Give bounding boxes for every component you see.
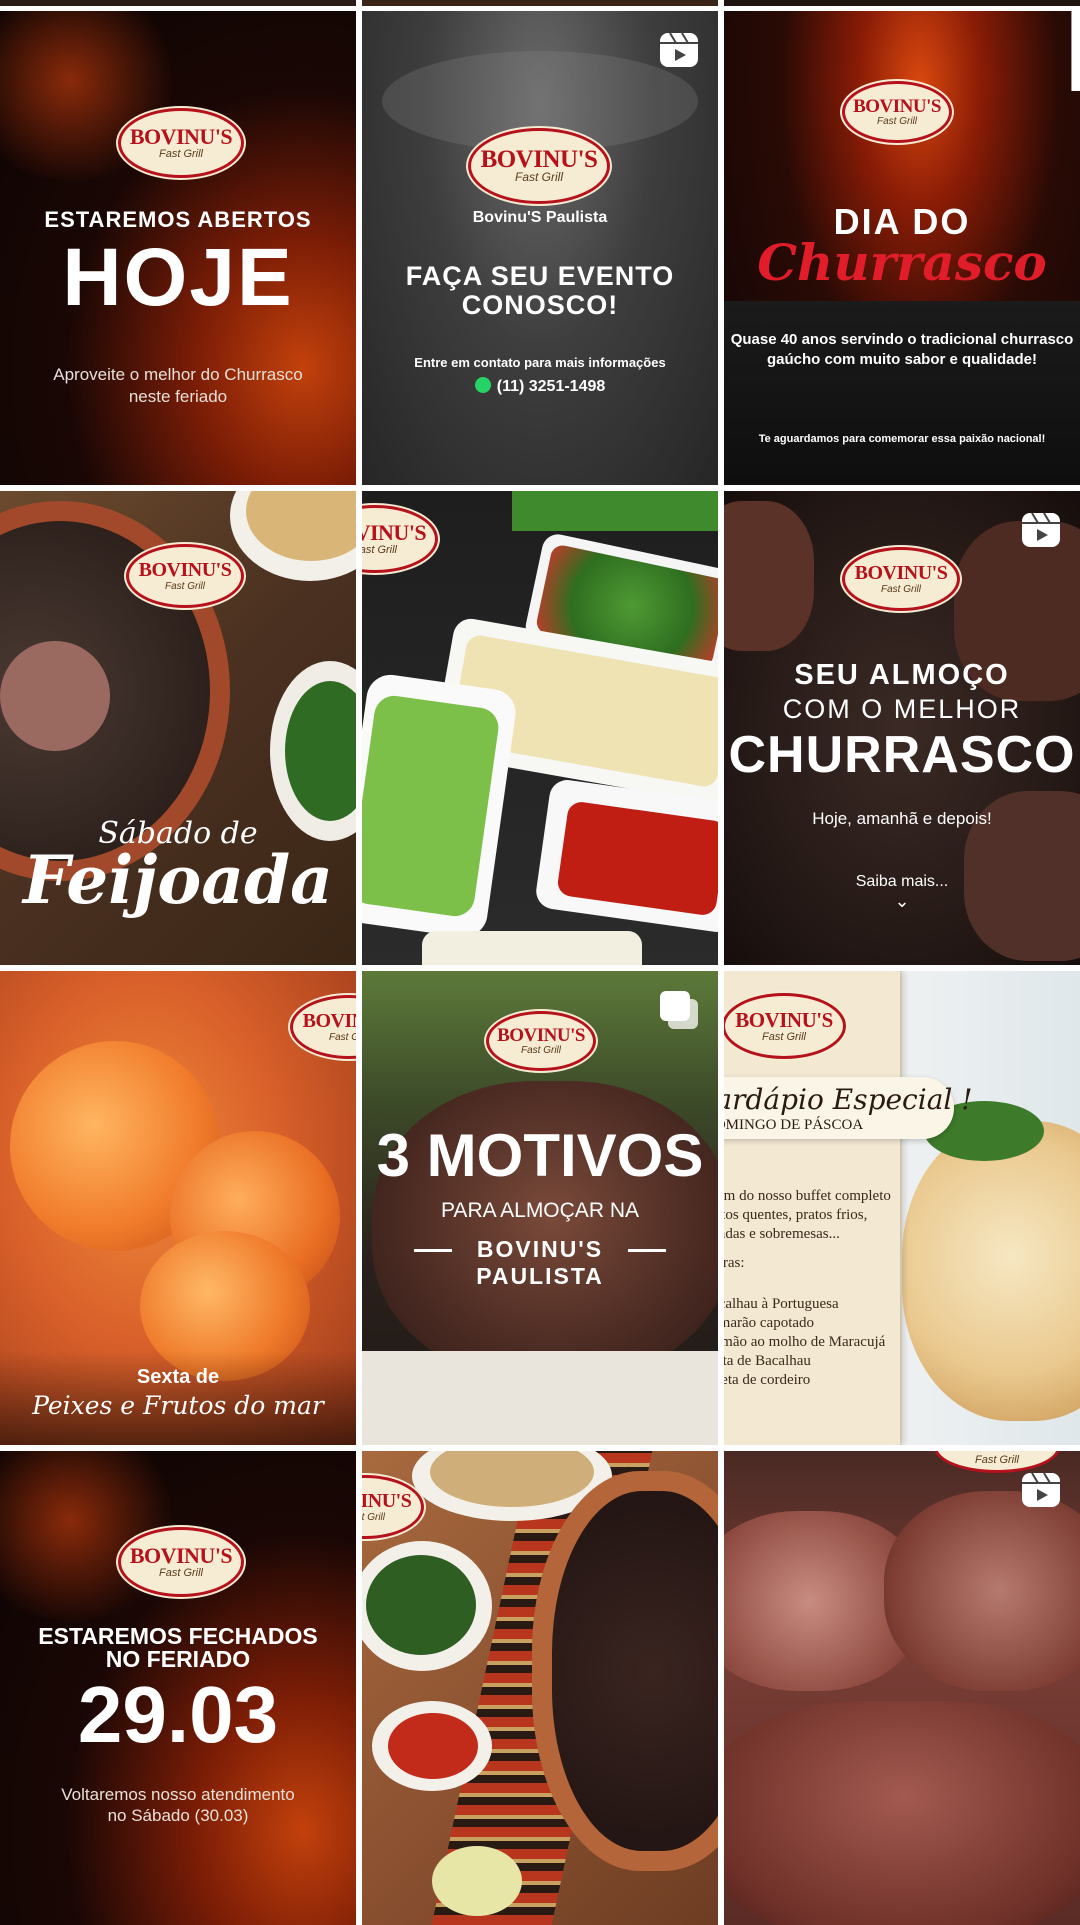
post-headline: FAÇA SEU EVENTO: [405, 261, 675, 291]
bovinus-logo: BOVINU'SFast Grill: [842, 547, 960, 611]
post-subtitle: Sexta de: [136, 1366, 220, 1388]
post-footer-line: Aproveite o melhor do Churrasco: [53, 365, 303, 384]
post-headline: CONOSCO!: [461, 290, 619, 320]
tray-front: [422, 931, 642, 965]
post-more-link: Saiba mais...: [855, 873, 949, 890]
greens: [366, 1555, 476, 1655]
post-thumbnail-picanha[interactable]: Fast Grill: [724, 1451, 1080, 1925]
post-thumbnail-feijoada-spread[interactable]: BOVINU'SFast Grill: [362, 1451, 718, 1925]
post-script-headline: Feijoada: [23, 841, 333, 919]
post-thumbnail-frutos-do-mar[interactable]: BOVINU'SFast Grill Sexta de Peixes e Fru…: [0, 971, 356, 1445]
post-thumbnail-churrasco[interactable]: BOVINU'S Fast Grill SEU ALMOÇO COM O MELH…: [724, 491, 1080, 965]
peppers: [388, 1713, 478, 1779]
bacalhau-dish: [902, 1121, 1080, 1421]
post-footer-line: no Sábado (30.03): [107, 1806, 249, 1825]
post-thumbnail-feijoada[interactable]: BOVINU'S Fast Grill Sábado de Feijoada: [0, 491, 356, 965]
post-headline: 3 MOTIVOS: [376, 1122, 704, 1189]
greens-tray: [512, 491, 718, 531]
steak: [724, 501, 814, 651]
post-subtitle: PAULISTA: [476, 1263, 604, 1289]
feijoada: [552, 1491, 718, 1851]
post-headline: CHURRASCO: [728, 726, 1076, 784]
meat-slice: [724, 1701, 1080, 1925]
post-footer-line: Voltaremos nosso atendimento: [61, 1785, 295, 1804]
menu-item: Torta de Bacalhau: [724, 1353, 811, 1369]
post-thumbnail-dia-do-churrasco[interactable]: BOVINU'S Fast Grill DIA DO Churrasco Quas…: [724, 11, 1080, 485]
post-body-line: gaúcho com muito sabor e qualidade!: [766, 351, 1038, 368]
menu-title-banner: Cardápio Especial ! DOMINGO DE PÁSCOA: [724, 1077, 973, 1139]
decorative-line: [628, 1249, 666, 1252]
menu-item: Paleta de cordeiro: [724, 1372, 811, 1388]
bovinus-logo: BOVINU'SFast Grill: [118, 108, 244, 178]
sausage-slice: [0, 641, 110, 751]
partial-post-thumbnail[interactable]: [362, 0, 718, 6]
reel-icon: [1022, 512, 1060, 547]
post-thumbnail-evento[interactable]: BOVINU'S Fast Grill Bovinu'S Paulista FAÇ…: [362, 11, 718, 485]
post-subtitle: ESTAREMOS ABERTOS: [44, 207, 312, 232]
post-subtitle: PARA ALMOÇAR NA: [440, 1199, 639, 1222]
bovinus-logo: BOVINU'SFast Grill: [468, 128, 610, 204]
post-thumbnail-fechados-feriado[interactable]: BOVINU'S Fast Grill ESTAREMOS FECHADOS NO…: [0, 1451, 356, 1925]
post-thumbnail-3-motivos[interactable]: BOVINU'S Fast Grill 3 MOTIVOS PARA ALMOÇA…: [362, 971, 718, 1445]
menu-label: Extras:: [724, 1255, 745, 1271]
post-headline: 29.03: [77, 1670, 279, 1759]
clipped-overlay-edge: [1071, 11, 1080, 91]
post-subtitle: SEU ALMOÇO: [794, 659, 1010, 691]
reel-icon: [1022, 1472, 1060, 1507]
bovinus-logo: BOVINU'SFast Grill: [290, 995, 356, 1059]
partial-post-thumbnail[interactable]: [0, 0, 356, 6]
post-thumbnail-salad-buffet[interactable]: BOVINU'SFast Grill: [362, 491, 718, 965]
post-headline: HOJE: [62, 232, 294, 323]
menu-title: Cardápio Especial !: [724, 1083, 973, 1116]
menu-item: Camarão capotado: [724, 1315, 815, 1331]
carousel-icon: [660, 991, 698, 1029]
grill-background: [724, 301, 1080, 485]
post-script-headline: Churrasco: [757, 233, 1047, 292]
post-footer-line: Te aguardamos para comemorar essa paixão…: [758, 433, 1046, 445]
post-footer-line: neste feriado: [128, 387, 228, 406]
lime: [432, 1846, 522, 1916]
post-contact-text: Entre em contato para mais informações: [414, 355, 666, 370]
profile-post-grid: BOVINU'S Fast Grill ESTAREMOS ABERTOS HOJ…: [0, 0, 1080, 1925]
post-footer-line: Hoje, amanhã e depois!: [812, 809, 992, 828]
post-phone-row: (11) 3251-1498: [362, 377, 718, 396]
post-subtitle: COM O MELHOR: [782, 694, 1022, 724]
menu-item: Bacalhau à Portuguesa: [724, 1296, 839, 1312]
menu-subtitle: DOMINGO DE PÁSCOA: [724, 1117, 864, 1133]
cutting-board: [362, 1351, 718, 1445]
post-thumbnail-abertos-hoje[interactable]: BOVINU'S Fast Grill ESTAREMOS ABERTOS HOJ…: [0, 11, 356, 485]
meat-slice: [884, 1491, 1080, 1691]
partial-post-thumbnail[interactable]: [724, 0, 1080, 6]
bovinus-logo: BOVINU'SFast Grill: [486, 1011, 596, 1071]
decorative-line: [414, 1249, 452, 1252]
post-body-line: Quase 40 anos servindo o tradicional chu…: [730, 331, 1074, 348]
bovinus-logo: BOVINU'SFast Grill: [842, 81, 952, 143]
post-script-headline: Peixes e Frutos do mar: [32, 1391, 324, 1420]
whatsapp-icon: [474, 377, 491, 393]
chevron-down-icon: ⌄: [894, 891, 910, 911]
bovinus-logo: BOVINU'SFast Grill: [126, 544, 244, 608]
menu-intro: Além do nosso buffet completo pratos que…: [724, 1187, 891, 1390]
post-thumbnail-cardapio-pascoa[interactable]: BOVINU'SFast Grill Cardápio Especial ! D…: [724, 971, 1080, 1445]
bovinus-logo: BOVINU'SFast Grill: [724, 993, 846, 1059]
menu-item: Salmão ao molho de Maracujá: [724, 1334, 886, 1350]
post-phone: (11) 3251-1498: [496, 378, 606, 395]
bovinus-logo: BOVINU'SFast Grill: [118, 1527, 244, 1597]
reel-icon: [660, 32, 698, 67]
post-location: Bovinu'S Paulista: [472, 209, 608, 226]
bovinus-logo: BOVINU'SFast Grill: [362, 505, 438, 573]
